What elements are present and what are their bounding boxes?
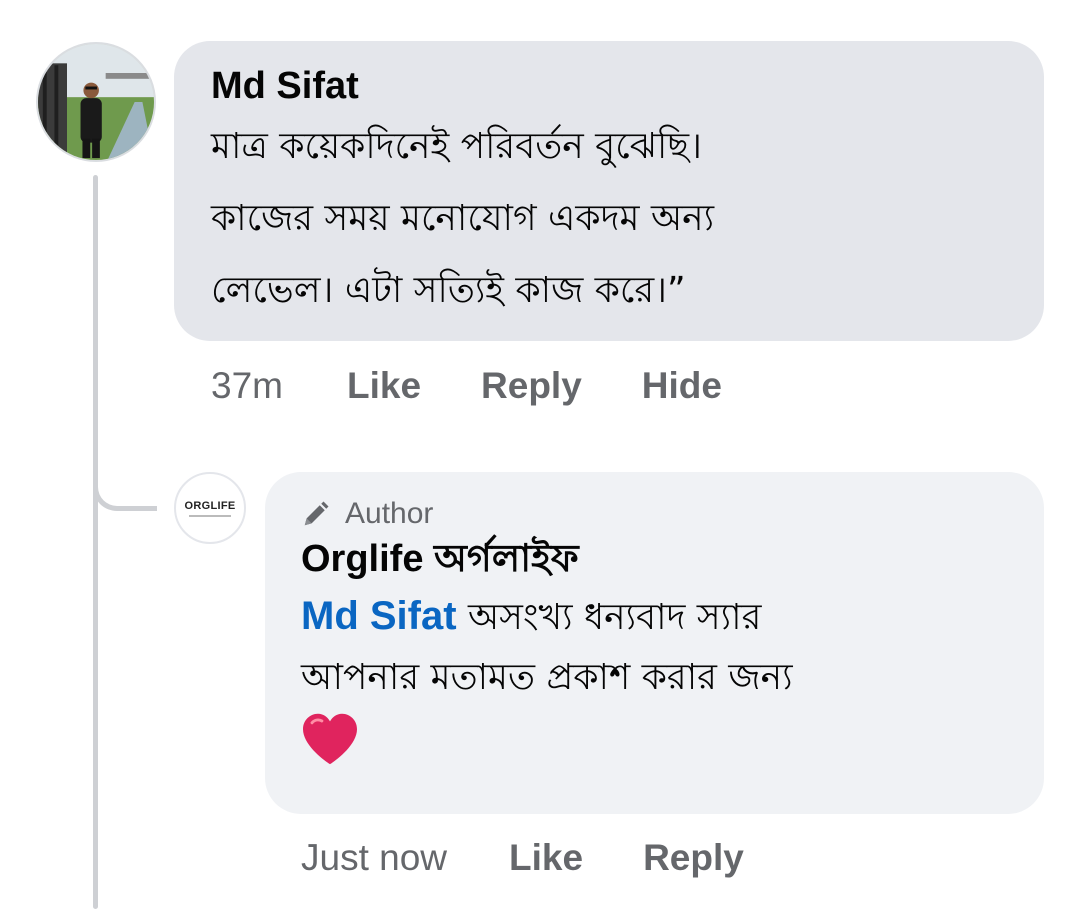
thread-line xyxy=(93,175,98,909)
reply-line: আপনার মতামত প্রকাশ করার জন্য xyxy=(301,657,793,698)
comment-actions: 37m Like Reply Hide xyxy=(211,362,782,410)
reply-text: Md Sifat অসংখ্য ধন্যবাদ স্যার আপনার মতাম… xyxy=(301,586,1014,708)
like-button[interactable]: Like xyxy=(347,365,421,407)
commenter-avatar[interactable] xyxy=(36,42,156,162)
red-heart-icon xyxy=(303,713,357,765)
reply-line: Md Sifat অসংখ্য ধন্যবাদ স্যার xyxy=(301,586,1014,648)
comment-bubble: Md Sifat মাত্র কয়েকদিনেই পরিবর্তন বুঝেছ… xyxy=(174,41,1044,341)
mention-link[interactable]: Md Sifat xyxy=(301,594,457,638)
user-photo-avatar-icon xyxy=(38,44,154,160)
reply-author-name[interactable]: Orglife অর্গলাইফ xyxy=(301,534,1014,584)
comment-thread: Md Sifat মাত্র কয়েকদিনেই পরিবর্তন বুঝেছ… xyxy=(0,0,1079,909)
hide-button[interactable]: Hide xyxy=(642,365,722,407)
reply-button[interactable]: Reply xyxy=(643,837,744,879)
page-avatar[interactable]: ORGLIFE xyxy=(174,472,246,544)
reply-button[interactable]: Reply xyxy=(481,365,582,407)
author-badge: Author xyxy=(301,496,1014,532)
comment-timestamp[interactable]: 37m xyxy=(211,365,283,407)
comment-author-name[interactable]: Md Sifat xyxy=(211,63,1008,109)
reply-line-text: অসংখ্য ধন্যবাদ স্যার xyxy=(456,597,762,638)
comment-line: লেভেল। এটা সত্যিই কাজ করে।” xyxy=(211,270,686,311)
reply-timestamp[interactable]: Just now xyxy=(301,837,447,879)
thread-branch-line xyxy=(93,468,157,511)
reply-actions: Just now Like Reply xyxy=(301,833,804,883)
comment-line: কাজের সময় মনোযোগ একদম অন্য xyxy=(211,198,715,239)
logo-tagline-mark xyxy=(189,514,231,517)
pencil-icon xyxy=(304,501,329,526)
comment-text: মাত্র কয়েকদিনেই পরিবর্তন বুঝেছি। কাজের … xyxy=(211,111,1008,327)
comment-line: মাত্র কয়েকদিনেই পরিবর্তন বুঝেছি। xyxy=(211,126,702,167)
orglife-logo: ORGLIFE xyxy=(184,499,236,512)
like-button[interactable]: Like xyxy=(509,837,583,879)
reply-bubble: Author Orglife অর্গলাইফ Md Sifat অসংখ্য … xyxy=(265,472,1044,814)
author-badge-label: Author xyxy=(345,497,434,530)
